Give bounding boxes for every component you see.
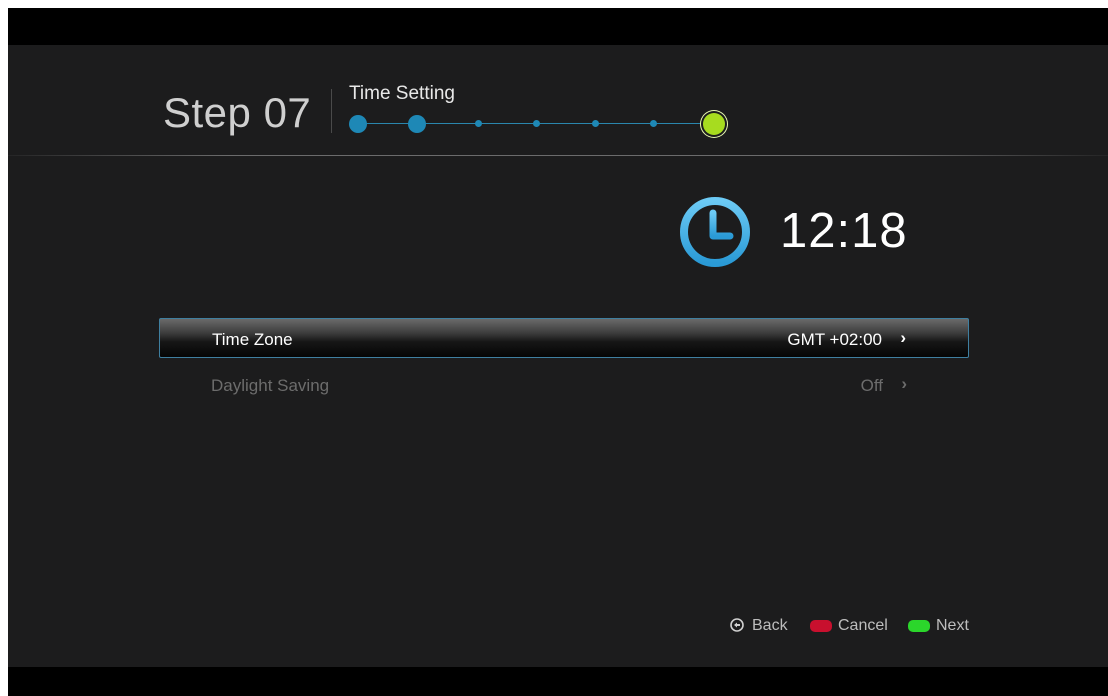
chevron-right-icon: › [900,328,906,347]
chevron-right-icon: › [901,374,907,393]
step-progress-indicator [349,109,729,139]
daylight-saving-value: Off [860,376,883,395]
setup-wizard-screen: Step 07 Time Setting 12:18 Time Zone GMT… [8,45,1108,667]
red-key-icon [810,620,832,632]
menu-item-time-zone[interactable]: Time Zone GMT +02:00 › [159,318,969,358]
back-label: Back [752,617,788,634]
time-zone-value: GMT +02:00 [787,330,882,349]
clock-time: 12:18 [780,204,908,258]
progress-step-5 [592,120,599,127]
current-time-display: 12:18 [678,195,938,269]
footer-key-legend: Back Cancel Next [730,612,1030,640]
header-divider [331,89,332,133]
menu-item-daylight-saving[interactable]: Daylight Saving Off › [159,365,969,405]
progress-step-3 [475,120,482,127]
green-key-icon [908,620,930,632]
next-label: Next [936,617,969,634]
step-number: Step 07 [163,89,312,136]
progress-step-current [703,113,725,135]
cancel-label: Cancel [838,617,888,634]
progress-step-4 [533,120,540,127]
progress-step-1 [349,115,367,133]
progress-step-2 [408,115,426,133]
back-remote-icon [730,618,744,632]
menu-item-label: Time Zone [212,330,293,349]
page-title: Time Setting [349,83,455,104]
clock-icon [680,197,750,267]
header-separator [8,155,1108,156]
menu-item-label: Daylight Saving [211,376,330,395]
progress-step-6 [650,120,657,127]
tv-frame: Step 07 Time Setting 12:18 Time Zone GMT… [8,8,1108,696]
